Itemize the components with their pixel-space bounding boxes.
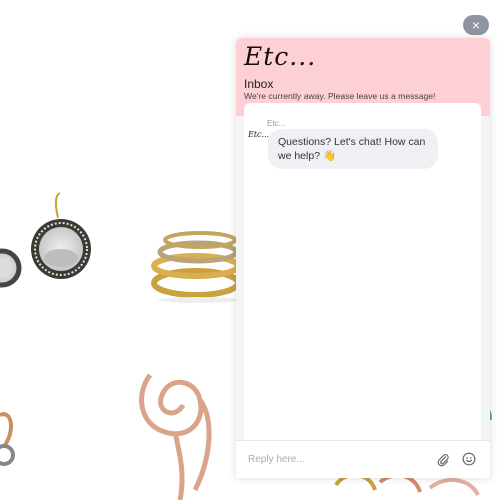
inbox-title: Inbox <box>244 77 274 91</box>
chat-widget: Etc... Inbox We're currently away. Pleas… <box>236 38 490 478</box>
message-list[interactable]: Etc... Etc... Questions? Let's chat! How… <box>244 103 481 475</box>
reply-input[interactable] <box>246 453 420 466</box>
message-bubble: Questions? Let's chat! How can we help? … <box>268 129 438 169</box>
close-icon: × <box>471 17 481 33</box>
paperclip-icon[interactable] <box>436 453 450 467</box>
away-message: We're currently away. Please leave us a … <box>244 91 436 101</box>
close-chat-button[interactable]: × <box>463 15 489 35</box>
earring-image <box>31 192 91 279</box>
chain-image <box>139 373 212 500</box>
earring-left-image <box>0 248 22 288</box>
bracelet-left-image <box>0 412 15 466</box>
emoji-icon[interactable] <box>462 452 476 466</box>
reply-composer <box>236 440 490 478</box>
rings-image <box>151 231 241 303</box>
sender-name: Etc... <box>267 119 286 128</box>
brand-logo: Etc... <box>244 42 317 71</box>
avatar: Etc... <box>248 130 270 139</box>
